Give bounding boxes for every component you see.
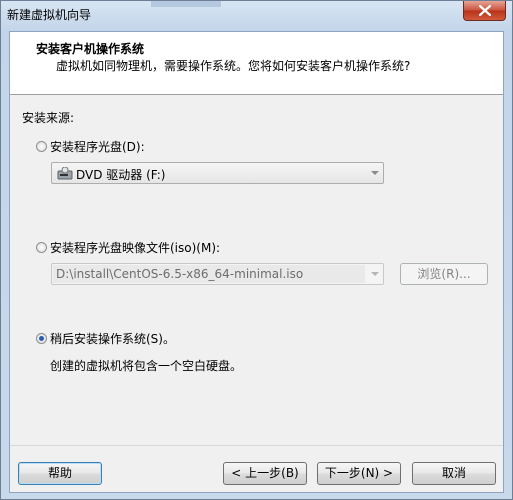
browse-button[interactable]: 浏览(R)... (400, 263, 488, 285)
close-icon (479, 5, 491, 16)
install-later-label[interactable]: 稍后安装操作系统(S)。 (50, 330, 175, 347)
iso-option-label[interactable]: 安装程序光盘映像文件(iso)(M): (50, 239, 220, 256)
chevron-down-icon (371, 171, 379, 175)
dvd-drive-select[interactable]: DVD 驱动器 (F:) (51, 162, 384, 184)
chevron-down-icon (371, 272, 379, 276)
wizard-window: 新建虚拟机向导 安装客户机操作系统 虚拟机如同物理机，需要操作系统。您将如何安装… (0, 0, 513, 500)
window-title: 新建虚拟机向导 (7, 8, 92, 22)
disc-option-label[interactable]: 安装程序光盘(D): (50, 138, 145, 155)
install-later-note: 创建的虚拟机将包含一个空白硬盘。 (50, 359, 243, 373)
next-button[interactable]: 下一步(N) > (317, 462, 401, 485)
header-title: 安装客户机操作系统 (36, 42, 145, 56)
iso-path-combo[interactable]: D:\install\CentOS-6.5-x86_64-minimal.iso (51, 263, 384, 285)
dvd-drive-icon (57, 167, 73, 180)
close-button[interactable] (463, 1, 506, 21)
footer-divider (10, 445, 503, 446)
title-bar: 新建虚拟机向导 (1, 1, 512, 31)
header-subtitle: 虚拟机如同物理机，需要操作系统。您将如何安装客户机操作系统? (56, 59, 411, 73)
iso-path-value: D:\install\CentOS-6.5-x86_64-minimal.iso (56, 267, 304, 281)
cancel-button[interactable]: 取消 (412, 462, 496, 485)
back-button[interactable]: < 上一步(B) (223, 462, 307, 485)
install-source-label: 安装来源: (22, 111, 75, 125)
dvd-drive-value: DVD 驱动器 (F:) (76, 168, 166, 182)
install-later-radio[interactable] (36, 333, 47, 344)
iso-radio[interactable] (36, 242, 47, 253)
help-button[interactable]: 帮助 (18, 462, 102, 485)
wizard-content: 安装客户机操作系统 虚拟机如同物理机，需要操作系统。您将如何安装客户机操作系统?… (9, 31, 504, 493)
disc-radio[interactable] (36, 141, 47, 152)
wizard-header: 安装客户机操作系统 虚拟机如同物理机，需要操作系统。您将如何安装客户机操作系统? (10, 32, 503, 95)
